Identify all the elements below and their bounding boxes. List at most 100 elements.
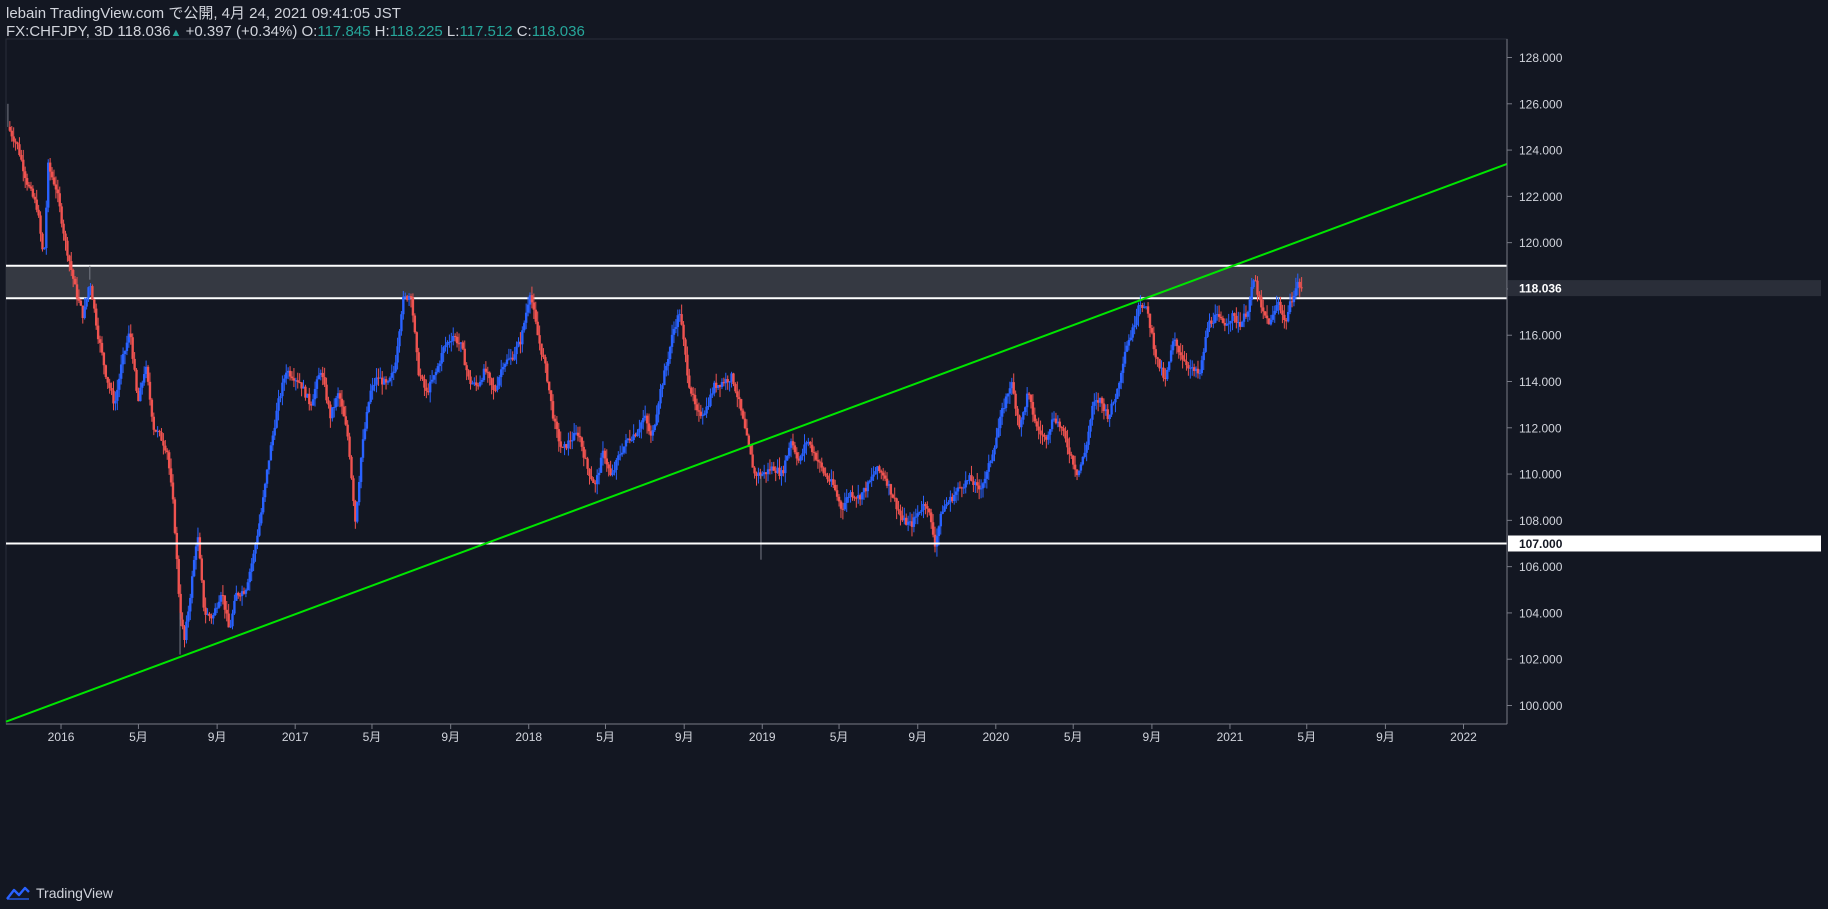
drawing-lines[interactable]	[5, 163, 1508, 723]
candle-body	[171, 482, 175, 500]
candle-body	[455, 336, 459, 344]
candle-body	[227, 613, 230, 628]
candle-body	[810, 444, 814, 453]
candle-body	[231, 613, 234, 627]
candle-body	[691, 393, 695, 395]
candle-body	[434, 371, 438, 376]
candle-body	[860, 492, 864, 500]
candle-body	[100, 342, 104, 353]
candle-body	[250, 563, 253, 572]
candle-body	[262, 497, 265, 513]
candle-body	[102, 352, 106, 366]
candle-body	[448, 341, 451, 343]
candle-body	[110, 388, 113, 391]
candle-body	[58, 193, 61, 207]
candle-body	[557, 429, 560, 442]
candle-body	[321, 372, 324, 378]
candle-body	[292, 378, 296, 381]
candle-body	[415, 332, 418, 353]
candle-body	[682, 324, 685, 340]
candle-body	[217, 601, 221, 608]
high-value: 118.225	[389, 23, 443, 40]
candle-body	[208, 613, 211, 617]
candle-body	[1093, 401, 1096, 406]
resistance-zone[interactable]	[6, 264, 1507, 300]
candle-body	[1281, 310, 1284, 315]
y-tick-label: 122.000	[1519, 190, 1563, 204]
candle-body	[617, 455, 620, 460]
candle-body	[1079, 464, 1083, 471]
candle-body	[1047, 434, 1050, 440]
candle-body	[465, 365, 468, 371]
candle-body	[41, 233, 44, 250]
candle-body	[469, 376, 472, 384]
candle-body	[1087, 431, 1090, 445]
candle-body	[123, 351, 127, 355]
candle-body	[1073, 464, 1077, 470]
candle-body	[48, 162, 52, 172]
candle-body	[1166, 369, 1169, 380]
candle-body	[891, 494, 894, 498]
candle-body	[1039, 430, 1042, 435]
candlestick-chart[interactable]: 100.000 102.000 104.000 106.000 108.000 110.0…	[0, 0, 1828, 909]
candle-body	[918, 511, 921, 514]
x-tick-label: 9月	[908, 730, 927, 744]
candle-body	[267, 460, 271, 470]
candle-body	[668, 346, 672, 360]
candle-body	[212, 615, 215, 619]
candle-body	[503, 363, 507, 367]
candle-body	[995, 437, 998, 448]
candle-body	[500, 369, 503, 378]
candle-body	[35, 199, 38, 210]
candle-body	[313, 388, 317, 400]
candle-body	[530, 295, 534, 303]
candle-body	[463, 348, 466, 366]
candle-body	[1227, 323, 1230, 325]
footer-brand[interactable]: TradingView	[6, 885, 113, 901]
candle-body	[1083, 452, 1086, 457]
candle-body	[686, 354, 689, 376]
candle-body	[989, 461, 992, 464]
candle-body	[95, 308, 98, 326]
candle-body	[1256, 280, 1259, 295]
zone-fill	[6, 265, 1507, 299]
candle-body	[837, 496, 841, 502]
candle-body	[822, 467, 825, 474]
candle-body	[29, 186, 33, 189]
candle-body	[214, 608, 217, 616]
candle-body	[586, 458, 589, 469]
x-tick-label: 2018	[515, 730, 542, 744]
candle-body	[311, 399, 315, 406]
candle-body	[546, 363, 549, 382]
y-tick-label: 104.000	[1519, 606, 1563, 620]
candle-body	[964, 480, 967, 488]
candle-body	[705, 406, 708, 414]
candle-body	[365, 412, 369, 429]
candle-body	[1196, 368, 1200, 374]
candle-body	[630, 440, 633, 442]
candle-body	[348, 436, 351, 457]
candle-body	[471, 383, 474, 385]
candle-body	[1248, 299, 1251, 312]
x-tick-label: 2022	[1450, 730, 1477, 744]
candle-body	[1035, 421, 1038, 427]
candle-body	[966, 480, 969, 482]
candle-body	[937, 526, 941, 537]
candle-body	[741, 410, 745, 419]
candle-body	[440, 353, 443, 364]
candle-body	[711, 393, 714, 395]
candle-body	[1070, 454, 1073, 456]
candle-body	[501, 366, 505, 370]
candle-body	[707, 406, 710, 408]
candle-body	[496, 385, 499, 390]
candle-body	[442, 347, 445, 354]
candle-body	[809, 441, 812, 445]
candle-body	[162, 440, 165, 446]
candle-body	[246, 582, 250, 590]
candle-body	[129, 333, 132, 338]
candle-body	[118, 378, 121, 390]
candle-body	[254, 544, 257, 554]
candle-body	[786, 455, 789, 461]
candle-body	[108, 382, 111, 389]
candle-body	[271, 435, 275, 446]
